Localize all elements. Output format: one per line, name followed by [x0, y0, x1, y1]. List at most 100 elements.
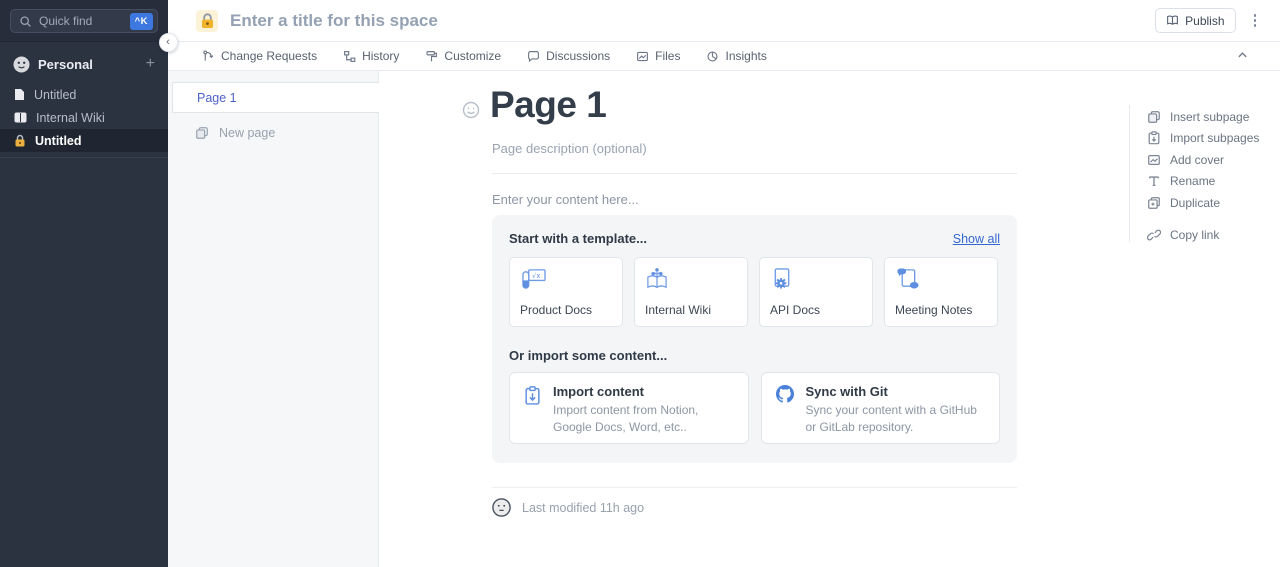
insert-subpage-icon [1147, 110, 1161, 124]
lock-icon [14, 134, 26, 147]
quick-find-button[interactable]: Quick find ^K [10, 9, 158, 33]
actions-divider [1129, 105, 1130, 242]
sync-with-git-title: Sync with Git [806, 384, 986, 399]
sidebar-collapse-button[interactable]: ‹ [159, 33, 178, 52]
sync-with-git-card[interactable]: Sync with Git Sync your content with a G… [761, 372, 1001, 444]
action-label: Import subpages [1170, 131, 1259, 145]
page-list-panel: Page 1 New page [168, 71, 379, 567]
sidebar-item-untitled-2[interactable]: Untitled [0, 129, 168, 152]
template-card-api-docs[interactable]: API Docs [759, 257, 873, 327]
tab-label: Discussions [546, 49, 610, 63]
content-placeholder[interactable]: Enter your content here... [492, 192, 639, 207]
page-title[interactable]: Page 1 [490, 84, 606, 126]
meeting-notes-icon [895, 267, 987, 290]
import-content-card[interactable]: Import content Import content from Notio… [509, 372, 749, 444]
page-editor: Page 1 Page description (optional) Enter… [380, 71, 1280, 567]
import-clipboard-icon [524, 386, 541, 432]
tabbar-collapse-chevron-up-icon[interactable] [1237, 51, 1248, 62]
add-space-button[interactable]: + [146, 56, 155, 72]
template-card-label: API Docs [770, 303, 862, 317]
product-docs-icon: √x [520, 267, 612, 290]
tab-label: Files [655, 49, 680, 63]
sidebar-nav: Untitled Internal Wiki [0, 83, 168, 158]
copy-link-icon [1147, 228, 1161, 242]
duplicate-icon [1147, 196, 1161, 210]
sidebar-item-untitled-1[interactable]: Untitled [0, 83, 168, 106]
sidebar-item-internal-wiki[interactable]: Internal Wiki [0, 106, 168, 129]
add-cover-button[interactable]: Add cover [1147, 153, 1259, 166]
import-subpages-button[interactable]: Import subpages [1147, 132, 1259, 145]
import-cards-row: Import content Import content from Notio… [509, 372, 1000, 444]
workspace-avatar [13, 56, 30, 73]
sidebar-item-label: Untitled [35, 134, 82, 148]
template-heading: Start with a template... [509, 231, 647, 246]
history-icon [343, 50, 356, 63]
template-card-internal-wiki[interactable]: Internal Wiki [634, 257, 748, 327]
copy-link-button[interactable]: Copy link [1147, 229, 1259, 242]
rename-button[interactable]: Rename [1147, 175, 1259, 188]
publish-icon [1166, 14, 1179, 27]
action-label: Duplicate [1170, 196, 1220, 210]
space-lock-icon[interactable] [196, 10, 218, 32]
template-card-label: Product Docs [520, 303, 612, 317]
book-icon [14, 112, 27, 123]
action-label: Insert subpage [1170, 110, 1249, 124]
sidebar-divider [0, 157, 168, 158]
duplicate-button[interactable]: Duplicate [1147, 196, 1259, 209]
tab-change-requests[interactable]: Change Requests [202, 49, 317, 63]
show-all-link[interactable]: Show all [953, 232, 1000, 246]
sidebar-item-label: Internal Wiki [36, 111, 105, 125]
template-panel: Start with a template... Show all √x Pro… [492, 215, 1017, 463]
files-icon [636, 50, 649, 63]
tab-history[interactable]: History [343, 49, 399, 63]
tab-files[interactable]: Files [636, 49, 680, 63]
page-list-item-page-1[interactable]: Page 1 [172, 82, 379, 113]
last-modified-text: Last modified 11h ago [522, 501, 644, 515]
quick-find-shortcut: ^K [130, 13, 153, 30]
action-label: Add cover [1170, 153, 1224, 167]
import-heading: Or import some content... [509, 348, 1000, 363]
modifier-avatar [492, 498, 511, 517]
template-card-product-docs[interactable]: √x Product Docs [509, 257, 623, 327]
insert-subpage-button[interactable]: Insert subpage [1147, 110, 1259, 123]
last-modified-row: Last modified 11h ago [492, 498, 644, 517]
quick-find-label: Quick find [39, 14, 92, 28]
new-page-label: New page [219, 126, 275, 140]
chevron-left-icon: ‹ [166, 36, 170, 48]
search-icon [19, 15, 32, 28]
tab-label: History [362, 49, 399, 63]
title-divider [492, 173, 1017, 174]
tab-label: Customize [444, 49, 501, 63]
workspace-row[interactable]: Personal + [0, 52, 168, 76]
page-emoji-smiley-icon[interactable] [462, 101, 480, 124]
discussions-icon [527, 50, 540, 63]
tab-insights[interactable]: Insights [706, 49, 766, 63]
publish-button[interactable]: Publish [1155, 8, 1235, 33]
publish-label: Publish [1185, 14, 1224, 28]
tab-customize[interactable]: Customize [425, 49, 501, 63]
sidebar-item-label: Untitled [34, 88, 76, 102]
action-label: Copy link [1170, 228, 1219, 242]
github-icon [776, 385, 794, 432]
import-content-description: Import content from Notion, Google Docs,… [553, 402, 734, 435]
page-description-placeholder[interactable]: Page description (optional) [492, 141, 647, 156]
template-card-meeting-notes[interactable]: Meeting Notes [884, 257, 998, 327]
pages-icon [195, 126, 209, 140]
space-header: Publish [168, 0, 1280, 42]
space-title-input[interactable] [230, 11, 650, 31]
tab-discussions[interactable]: Discussions [527, 49, 610, 63]
space-tabbar: Change Requests History Customize [168, 42, 1280, 71]
new-page-button[interactable]: New page [168, 126, 378, 140]
change-requests-icon [202, 50, 215, 63]
customize-icon [425, 50, 438, 63]
insights-icon [706, 50, 719, 63]
template-card-label: Internal Wiki [645, 303, 737, 317]
header-kebab-menu-icon[interactable] [1250, 10, 1261, 31]
app-window: Quick find ^K Personal + [0, 0, 1280, 567]
document-icon [14, 88, 25, 101]
internal-wiki-icon [645, 267, 737, 290]
import-subpages-icon [1147, 131, 1161, 145]
api-docs-icon [770, 267, 862, 290]
search-row: Quick find ^K [0, 0, 168, 42]
rename-icon [1147, 174, 1161, 188]
